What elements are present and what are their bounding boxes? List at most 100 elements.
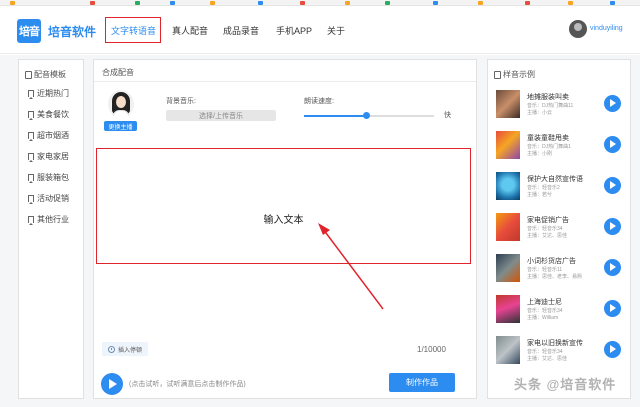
samples-panel: 样音示例 地摊服装叫卖 音乐：DJ热门舞曲11 主播：小云 童装童鞋甩卖 音乐：… (487, 59, 631, 399)
sample-item[interactable]: 保护大自然宣传语 音乐：轻音乐2 主播：若兮 (496, 172, 626, 202)
sample-play-button[interactable] (604, 95, 621, 112)
bookmark-icon[interactable] (345, 1, 350, 5)
template-icon (25, 70, 32, 79)
sample-play-button[interactable] (604, 218, 621, 235)
category-item[interactable]: 活动促销 (28, 193, 69, 204)
synthesis-panel: 合成配音 更换主播 背景音乐: 选择/上传音乐 朗读速度: 快 输入文本 插入停… (93, 59, 477, 399)
sample-voice: 主播：艾达、思佳 (527, 356, 568, 362)
sample-title: 地摊服装叫卖 (527, 94, 569, 101)
username[interactable]: vinduyiling (590, 25, 623, 32)
samples-panel-header: 样音示例 (488, 60, 630, 82)
category-item[interactable]: 美食餐饮 (28, 109, 69, 120)
bookmark-icon[interactable] (300, 1, 305, 5)
bookmark-icon[interactable] (568, 1, 573, 5)
play-preview-button[interactable] (101, 373, 123, 395)
category-label: 超市烟酒 (37, 131, 69, 140)
template-panel-header: 配音模板 (19, 60, 83, 82)
bookmark-icon (28, 195, 34, 204)
sample-play-button[interactable] (604, 259, 621, 276)
logo-icon[interactable]: 培音 (17, 19, 41, 43)
bookmark-icon[interactable] (610, 1, 615, 5)
nav-human-dubbing[interactable]: 真人配音 (172, 24, 208, 37)
bookmark-icon[interactable] (385, 1, 390, 5)
category-label: 其他行业 (37, 215, 69, 224)
top-navigation: 培音 培音软件 文字转语音 真人配音 成品录音 手机APP 关于 vinduyi… (0, 6, 640, 54)
sample-music: 音乐：DJ热门舞曲1 (527, 144, 571, 150)
sample-title: 保护大自然宣传语 (527, 176, 583, 183)
bookmark-icon[interactable] (90, 1, 95, 5)
sample-item[interactable]: 家电以旧换新宣传 音乐：轻音乐34 主播：艾达、思佳 (496, 336, 626, 366)
category-item[interactable]: 近期热门 (28, 88, 69, 99)
nav-about[interactable]: 关于 (327, 24, 345, 37)
sample-thumbnail (496, 131, 520, 159)
samples-panel-title: 样音示例 (503, 70, 535, 79)
sample-play-button[interactable] (604, 341, 621, 358)
sample-item[interactable]: 家电促销广告 音乐：轻音乐34 主播：艾达、思佳 (496, 213, 626, 243)
sample-voice: 主播：思佳、老李、易熙 (527, 274, 583, 280)
sample-voice: 主播：小云 (527, 110, 553, 116)
sample-thumbnail (496, 90, 520, 118)
preview-hint: (点击试听，试听满意后点击制作作品) (129, 381, 246, 388)
sample-play-button[interactable] (604, 136, 621, 153)
template-panel: 配音模板 近期热门 美食餐饮 超市烟酒 家电家居 服装箱包 活动促销 其他行业 (18, 59, 84, 399)
category-label: 近期热门 (37, 89, 69, 98)
category-item[interactable]: 其他行业 (28, 214, 69, 225)
bookmark-icon[interactable] (433, 1, 438, 5)
sample-play-button[interactable] (604, 177, 621, 194)
bookmark-icon[interactable] (10, 1, 15, 5)
bookmark-icon (28, 153, 34, 162)
category-label: 服装箱包 (37, 173, 69, 182)
category-item[interactable]: 家电家居 (28, 151, 69, 162)
sample-music: 音乐：DJ热门舞曲11 (527, 103, 574, 109)
clock-icon (108, 345, 115, 353)
sample-item[interactable]: 童装童鞋甩卖 音乐：DJ热门舞曲1 主播：小刚 (496, 131, 626, 161)
samples-icon (494, 70, 501, 79)
make-work-button[interactable]: 制作作品 (389, 373, 455, 392)
sample-music: 音乐：轻音乐34 (527, 349, 563, 355)
category-item[interactable]: 超市烟酒 (28, 130, 69, 141)
nav-text-to-speech[interactable]: 文字转语音 (111, 24, 156, 37)
sample-thumbnail (496, 336, 520, 364)
category-item[interactable]: 服装箱包 (28, 172, 69, 183)
bookmark-icon (28, 111, 34, 120)
template-panel-title: 配音模板 (34, 70, 66, 79)
sample-voice: 主播：William (527, 315, 559, 321)
sample-item[interactable]: 地摊服装叫卖 音乐：DJ热门舞曲11 主播：小云 (496, 90, 626, 120)
nav-finished-recording[interactable]: 成品录音 (223, 24, 259, 37)
sample-music: 音乐：轻音乐34 (527, 308, 563, 314)
sample-item[interactable]: 上海迪士尼 音乐：轻音乐34 主播：William (496, 295, 626, 325)
sample-title: 家电促销广告 (527, 217, 569, 224)
sample-title: 上海迪士尼 (527, 299, 562, 306)
bookmark-icon[interactable] (170, 1, 175, 5)
category-label: 美食餐饮 (37, 110, 69, 119)
sample-music: 音乐：轻音乐11 (527, 267, 563, 273)
brand-name[interactable]: 培音软件 (48, 23, 96, 40)
sample-music: 音乐：轻音乐34 (527, 226, 563, 232)
sample-play-button[interactable] (604, 300, 621, 317)
watermark: 头条 @培音软件 (514, 377, 617, 392)
sample-voice: 主播：艾达、思佳 (527, 233, 568, 239)
bookmark-icon[interactable] (478, 1, 483, 5)
sample-item[interactable]: 小词杉货店广告 音乐：轻音乐11 主播：思佳、老李、易熙 (496, 254, 626, 284)
bookmark-icon[interactable] (525, 1, 530, 5)
insert-pause-button[interactable]: 插入停顿 (102, 342, 149, 356)
sample-thumbnail (496, 295, 520, 323)
sample-thumbnail (496, 213, 520, 241)
sample-voice: 主播：小刚 (527, 151, 553, 157)
category-label: 活动促销 (37, 194, 69, 203)
sample-music: 音乐：轻音乐2 (527, 185, 560, 191)
insert-pause-label: 插入停顿 (118, 347, 143, 354)
sample-thumbnail (496, 254, 520, 282)
bookmark-icon[interactable] (258, 1, 263, 5)
character-count: 1/10000 (417, 345, 446, 354)
bookmark-icon[interactable] (210, 1, 215, 5)
user-avatar[interactable] (569, 20, 587, 38)
category-label: 家电家居 (37, 152, 69, 161)
sample-title: 家电以旧换新宣传 (527, 340, 583, 347)
sample-thumbnail (496, 172, 520, 200)
nav-mobile-app[interactable]: 手机APP (276, 24, 312, 37)
bookmark-icon (28, 132, 34, 141)
sample-voice: 主播：若兮 (527, 192, 553, 198)
bookmark-icon[interactable] (135, 1, 140, 5)
bookmark-icon (28, 90, 34, 99)
